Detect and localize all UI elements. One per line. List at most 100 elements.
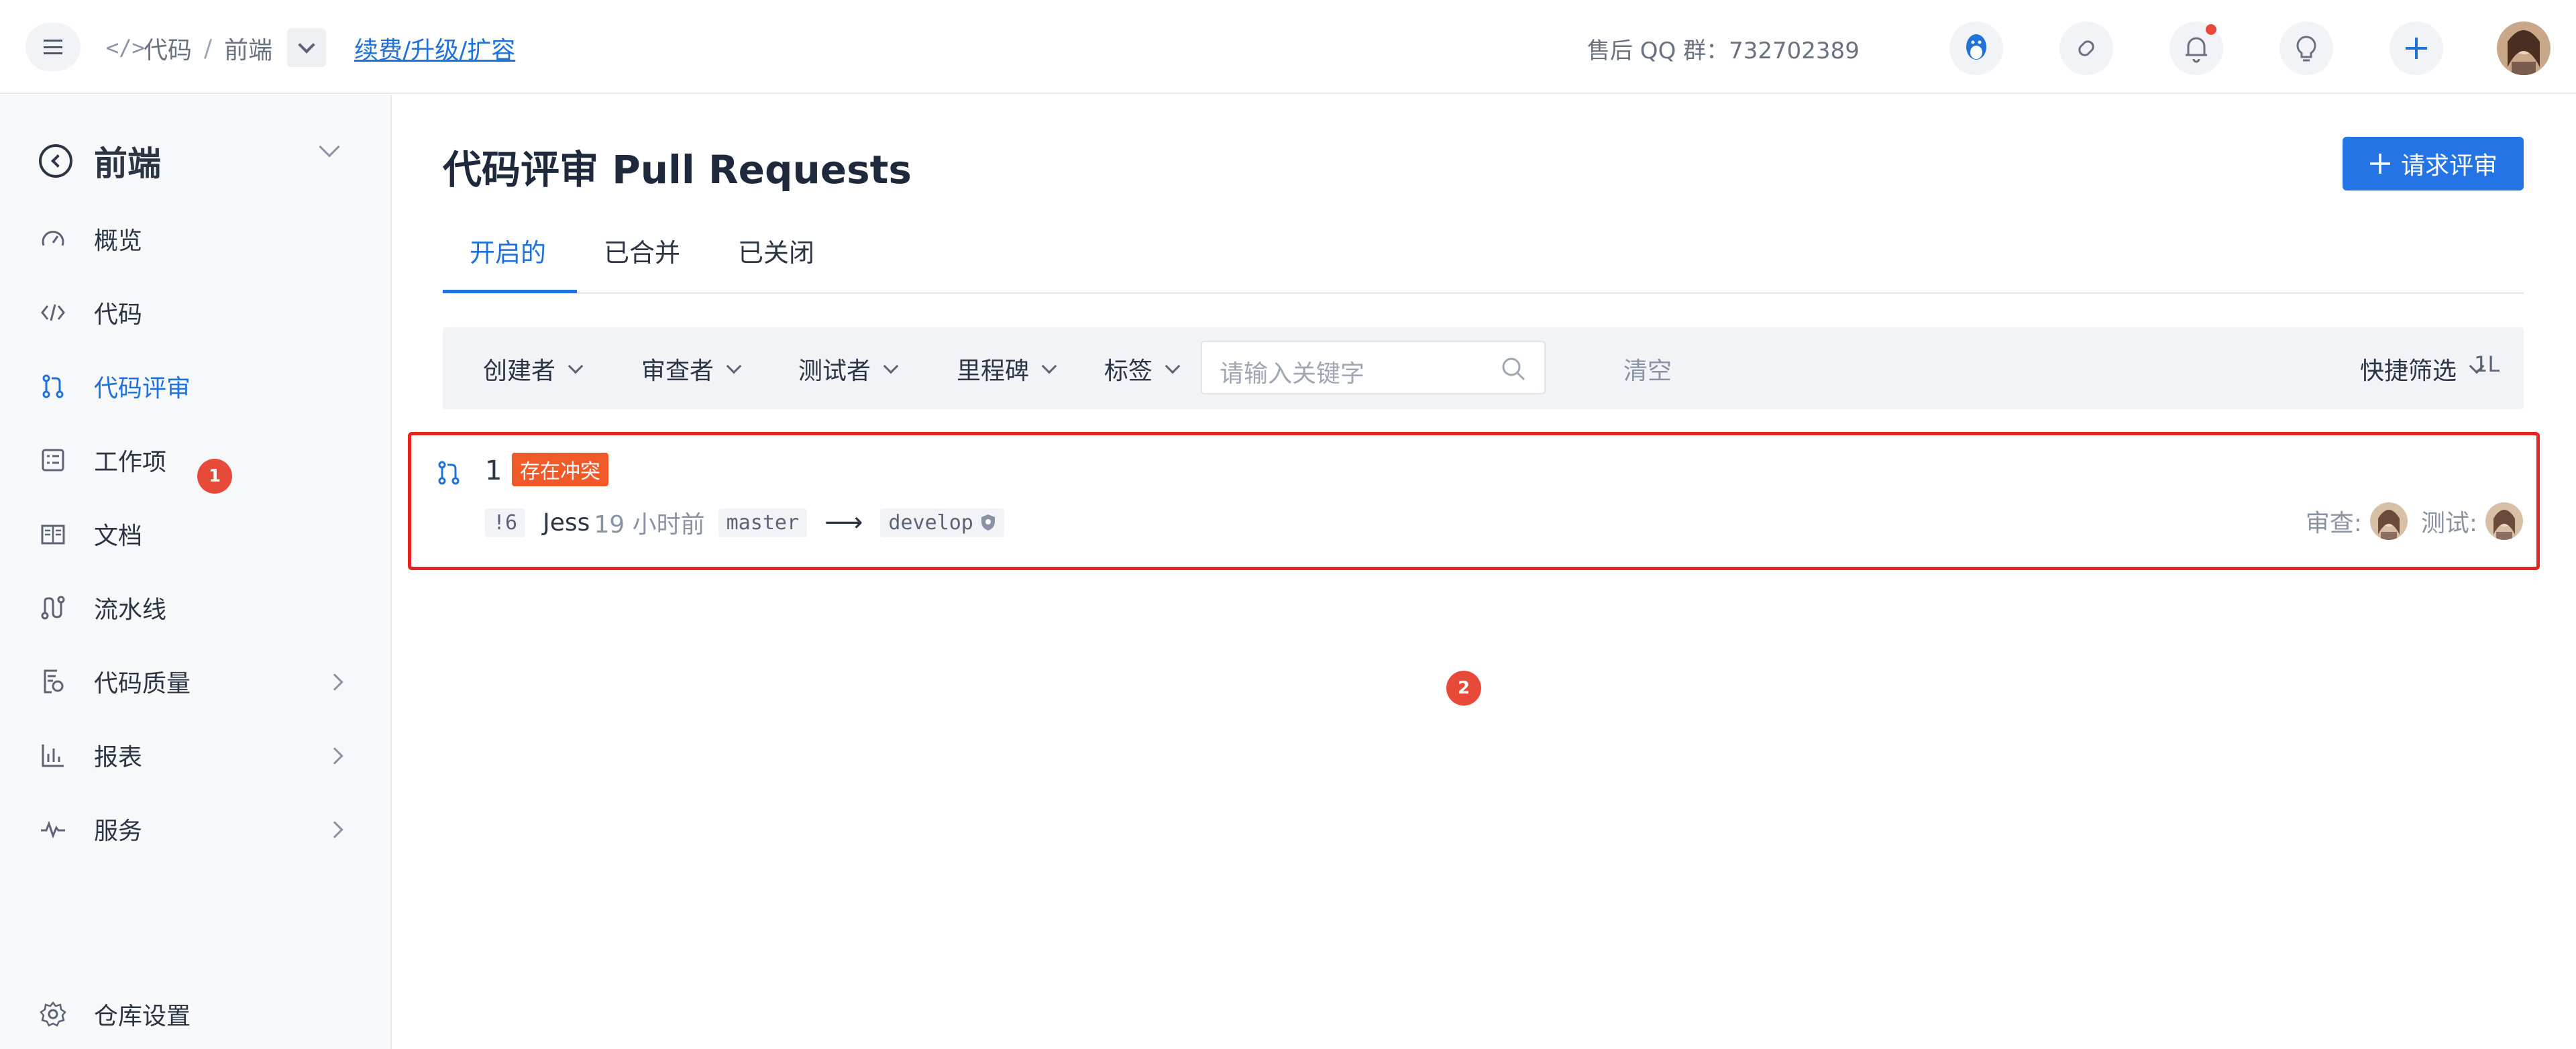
repo-name: 前端 [94, 144, 161, 183]
source-branch[interactable]: master [718, 508, 808, 537]
repo-collapse-chevron[interactable] [319, 136, 340, 158]
sidebar-item-work-items[interactable]: 工作项 [39, 440, 166, 480]
sidebar-item-label: 文档 [94, 522, 143, 550]
sidebar-item-code-review[interactable]: 代码评审 [39, 366, 191, 406]
breadcrumb: 代码 / 前端 [144, 30, 272, 67]
filter-bar: 创建者 审查者 测试者 里程碑 标签 请输入关键字 清空 快捷筛选 1L [443, 327, 2524, 409]
chevron-down-icon [883, 358, 899, 374]
sidebar-item-label: 代码评审 [94, 375, 191, 402]
breadcrumb-repo[interactable]: 前端 [224, 31, 272, 66]
sidebar-item-label: 报表 [94, 744, 143, 771]
pr-assignees: 审查: 测试: [2306, 502, 2523, 540]
tab-closed[interactable]: 已关闭 [738, 232, 814, 269]
filter-milestone[interactable]: 里程碑 [957, 351, 1057, 386]
sidebar-item-label: 代码 [94, 301, 143, 329]
bell-icon [2186, 37, 2207, 63]
breadcrumb-separator: / [204, 34, 213, 62]
link-icon [2078, 40, 2094, 56]
request-review-label: 请求评审 [2400, 152, 2498, 180]
plus-icon [2406, 38, 2427, 59]
sidebar-item-code-quality[interactable]: 代码质量 [39, 661, 191, 702]
filter-creator[interactable]: 创建者 [483, 351, 584, 386]
notifications-button[interactable] [2169, 21, 2223, 75]
quality-icon [39, 667, 67, 696]
filter-reviewer[interactable]: 审查者 [641, 351, 742, 386]
pulse-icon [39, 815, 67, 843]
pipeline-icon [39, 594, 67, 622]
clear-filters-button[interactable]: 清空 [1623, 351, 1672, 386]
sidebar-item-overview[interactable]: 概览 [39, 219, 142, 259]
sidebar-item-services[interactable]: 服务 [39, 809, 142, 849]
chevron-right-icon[interactable] [326, 673, 343, 691]
filter-label-label: 标签 [1104, 357, 1153, 385]
annotation-badge-1: 1 [197, 459, 232, 494]
qq-support-button[interactable] [1949, 21, 2003, 75]
reviewer-label: 审查: [2305, 510, 2362, 537]
request-review-button[interactable]: 请求评审 [2343, 137, 2524, 190]
filter-tester[interactable]: 测试者 [798, 351, 899, 386]
quick-filter-label: 快捷筛选 [2360, 357, 2457, 385]
sidebar-item-pipeline[interactable]: 流水线 [39, 588, 166, 628]
chevron-right-icon[interactable] [326, 821, 343, 838]
keyword-search-input[interactable]: 请输入关键字 [1201, 341, 1546, 394]
sort-icon[interactable]: 1L [2474, 351, 2500, 377]
conflict-badge: 存在冲突 [512, 453, 608, 486]
pr-tabs: 开启的 已合并 已关闭 [443, 223, 2524, 294]
sidebar-item-repo-settings[interactable]: 仓库设置 [39, 994, 191, 1034]
pr-author[interactable]: Jess [543, 509, 590, 537]
quick-filter-dropdown[interactable]: 快捷筛选 [2360, 351, 2485, 386]
sidebar-item-label: 代码质量 [94, 670, 191, 698]
plus-icon [2369, 154, 2390, 174]
arrow-right-icon: ⟶ [824, 507, 863, 538]
code-icon [39, 298, 67, 327]
chevron-down-icon [568, 358, 584, 374]
main-content: 代码评审 Pull Requests 请求评审 开启的 已合并 已关闭 创建者 … [393, 95, 2576, 1049]
tab-merged[interactable]: 已合并 [604, 232, 680, 269]
chevron-down-icon [1165, 358, 1181, 374]
renew-upgrade-link[interactable]: 续费/升级/扩容 [354, 31, 515, 66]
sidebar-item-label: 服务 [94, 818, 143, 845]
notification-dot [2206, 24, 2216, 35]
filter-reviewer-label: 审查者 [641, 357, 714, 385]
page-title: 代码评审 Pull Requests [443, 147, 912, 192]
annotation-badge-2: 2 [1446, 671, 1481, 706]
reviewer-avatar[interactable] [2369, 502, 2408, 540]
back-icon[interactable] [39, 144, 72, 178]
tips-button[interactable] [2279, 21, 2333, 75]
target-branch-name: develop [888, 510, 973, 535]
sidebar-item-label: 流水线 [94, 596, 167, 624]
filter-tester-label: 测试者 [798, 357, 871, 385]
top-bar: </> 代码 / 前端 续费/升级/扩容 售后 QQ 群：732702389 [0, 0, 2576, 94]
dashboard-icon [39, 225, 67, 253]
chevron-right-icon[interactable] [326, 747, 343, 765]
pr-title[interactable]: 1 [485, 455, 502, 486]
hamburger-icon [44, 40, 62, 54]
target-branch[interactable]: develop [880, 508, 1004, 537]
create-new-button[interactable] [2390, 21, 2443, 75]
repo-switcher-dropdown[interactable] [287, 28, 326, 67]
sidebar-item-reports[interactable]: 报表 [39, 735, 142, 775]
pr-iid: !6 [485, 508, 526, 537]
chevron-down-icon [298, 36, 315, 54]
repo-header[interactable]: 前端 [39, 137, 161, 185]
sidebar-item-label: 工作项 [94, 449, 167, 476]
sidebar: 前端 概览 代码 代码评审 1 工作项 文档 流水线 代码质量 报表 服务 仓库… [0, 95, 392, 1049]
search-icon [1502, 357, 1525, 381]
sidebar-item-code[interactable]: 代码 [39, 292, 142, 333]
sidebar-item-docs[interactable]: 文档 [39, 514, 142, 554]
breadcrumb-code[interactable]: 代码 [144, 31, 192, 66]
tab-open[interactable]: 开启的 [470, 232, 546, 269]
qq-group-text: 售后 QQ 群：732702389 [1587, 38, 1860, 64]
filter-creator-label: 创建者 [483, 357, 556, 385]
hamburger-menu-button[interactable] [25, 23, 80, 71]
bar-chart-icon [39, 741, 67, 769]
search-placeholder: 请输入关键字 [1220, 360, 1365, 388]
user-avatar[interactable] [2497, 21, 2551, 75]
pr-list-item[interactable]: 1 存在冲突 !6 Jess 19 小时前 master ⟶ develop 审… [408, 432, 2540, 570]
code-icon: </> [106, 35, 145, 60]
tester-label: 测试: [2420, 510, 2477, 537]
filter-label[interactable]: 标签 [1104, 351, 1181, 386]
integration-button[interactable] [2059, 21, 2113, 75]
sidebar-item-label: 概览 [94, 227, 143, 255]
tester-avatar[interactable] [2485, 502, 2523, 540]
